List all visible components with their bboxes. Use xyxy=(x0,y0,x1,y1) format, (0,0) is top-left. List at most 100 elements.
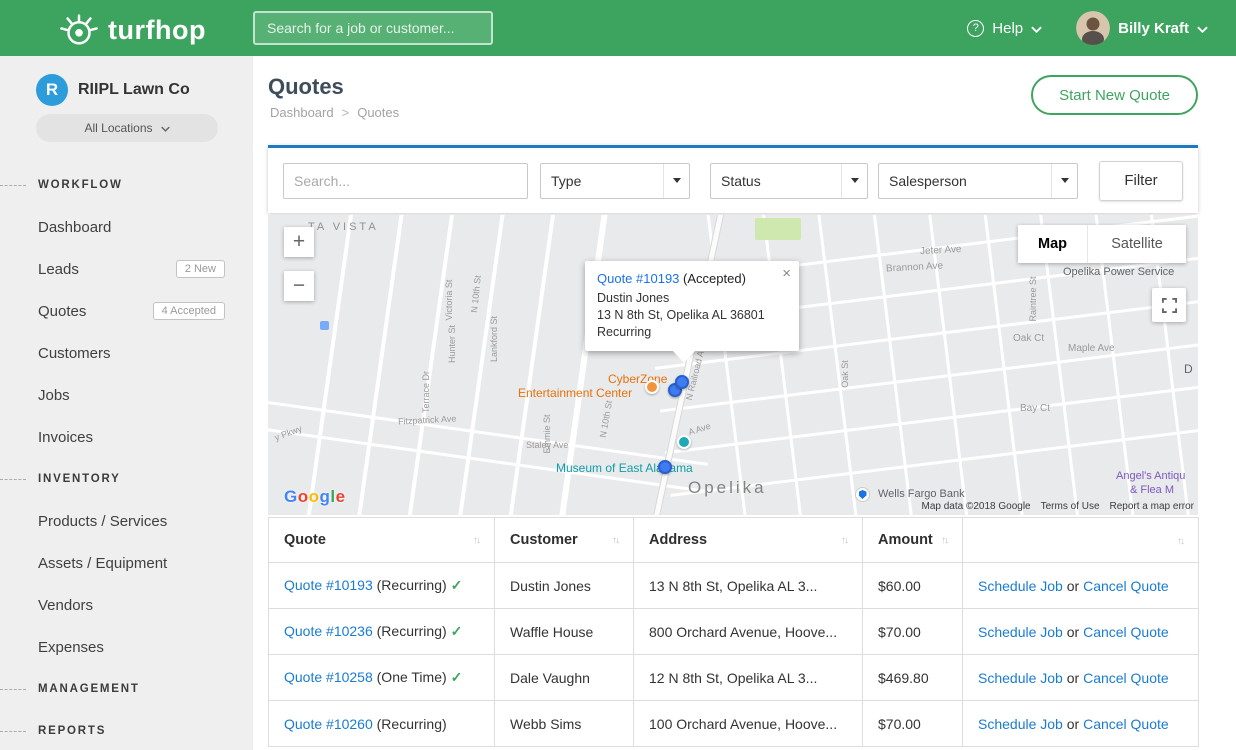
help-menu[interactable]: ? Help xyxy=(967,20,1042,37)
sidebar-section-inventory: INVENTORY xyxy=(0,458,253,500)
sidebar-item-jobs[interactable]: Jobs xyxy=(0,374,253,416)
zoom-in-button[interactable]: + xyxy=(284,227,314,257)
report-map-error-link[interactable]: Report a map error xyxy=(1110,501,1194,512)
customer-cell: Waffle House xyxy=(495,609,634,655)
quotes-map[interactable]: TA VISTA Jeter Ave Brannon Ave Opelika P… xyxy=(268,215,1198,515)
sidebar-item-invoices[interactable]: Invoices xyxy=(0,416,253,458)
zoom-out-button[interactable]: − xyxy=(284,271,314,301)
sidebar-section-workflow: WORKFLOW xyxy=(0,164,253,206)
cancel-quote-link[interactable]: Cancel Quote xyxy=(1083,716,1169,732)
map-infowindow: Quote #10193 (Accepted) Dustin Jones 13 … xyxy=(585,261,799,351)
sort-icon[interactable]: ↑↓ xyxy=(841,535,847,546)
schedule-job-link[interactable]: Schedule Job xyxy=(978,624,1063,640)
close-icon[interactable]: × xyxy=(782,265,791,282)
leads-badge: 2 New xyxy=(176,260,225,278)
quotes-search-input[interactable] xyxy=(283,163,528,199)
app: turfhop ? Help Billy Kraft R RIIPL Lawn … xyxy=(0,0,1236,750)
col-customer: Customer↑↓ xyxy=(495,518,634,563)
col-amount: Amount↑↓ xyxy=(863,518,963,563)
breadcrumb: Dashboard > Quotes xyxy=(270,105,399,120)
map-label: Staley Ave xyxy=(526,440,568,450)
sidebar-item-dashboard[interactable]: Dashboard xyxy=(0,206,253,248)
map-type-map-button[interactable]: Map xyxy=(1018,225,1088,263)
top-header: turfhop ? Help Billy Kraft xyxy=(0,0,1236,56)
global-search-input[interactable] xyxy=(253,11,493,45)
salesperson-select[interactable]: Salesperson xyxy=(878,163,1078,199)
quote-link[interactable]: Quote #10236 xyxy=(284,623,373,639)
sidebar-item-quotes[interactable]: Quotes4 Accepted xyxy=(0,290,253,332)
sort-icon[interactable]: ↑↓ xyxy=(1177,536,1183,547)
turfhop-logo-icon xyxy=(58,8,100,53)
fullscreen-button[interactable] xyxy=(1152,288,1186,322)
type-select[interactable]: Type xyxy=(540,163,690,199)
table-row: Quote #10258 (One Time)✓ Dale Vaughn 12 … xyxy=(269,655,1199,701)
terms-of-use-link[interactable]: Terms of Use xyxy=(1041,501,1100,512)
quote-marker[interactable] xyxy=(675,375,689,389)
map-label: Bay Ct xyxy=(1020,403,1050,414)
location-selector[interactable]: All Locations xyxy=(36,114,218,142)
chevron-down-icon xyxy=(1031,20,1042,37)
amount-cell: $70.00 xyxy=(863,609,963,655)
sidebar-item-leads[interactable]: Leads2 New xyxy=(0,248,253,290)
user-menu[interactable]: Billy Kraft xyxy=(1076,11,1208,45)
schedule-job-link[interactable]: Schedule Job xyxy=(978,578,1063,594)
map-label: TA VISTA xyxy=(308,221,379,233)
sidebar-item-assets-equipment[interactable]: Assets / Equipment xyxy=(0,542,253,584)
company-logo: R xyxy=(36,74,68,106)
select-arrow-icon xyxy=(663,164,689,198)
quote-link[interactable]: Quote #10258 xyxy=(284,669,373,685)
infowindow-quote-link[interactable]: Quote #10193 xyxy=(597,271,679,286)
filter-bar: Type Status Salesperson Filter xyxy=(268,145,1198,213)
infowindow-address: 13 N 8th St, Opelika AL 36801 xyxy=(597,307,785,324)
customer-cell: Dustin Jones xyxy=(495,563,634,609)
sort-icon[interactable]: ↑↓ xyxy=(473,535,479,546)
location-label: All Locations xyxy=(84,121,152,135)
breadcrumb-dashboard[interactable]: Dashboard xyxy=(270,105,334,120)
table-header-row: Quote↑↓ Customer↑↓ Address↑↓ Amount↑↓ ↑↓ xyxy=(269,518,1199,563)
brand[interactable]: turfhop xyxy=(58,8,206,53)
map-label: & Flea M xyxy=(1130,484,1174,496)
museum-poi-icon[interactable] xyxy=(677,435,691,449)
map-label: D xyxy=(1184,362,1193,376)
sort-icon[interactable]: ↑↓ xyxy=(612,535,618,546)
select-arrow-icon xyxy=(841,164,867,198)
amount-cell: $469.80 xyxy=(863,655,963,701)
quote-type: (Recurring) xyxy=(377,577,447,593)
filter-button[interactable]: Filter xyxy=(1099,161,1183,201)
company-name: RIIPL Lawn Co xyxy=(78,81,190,99)
sidebar-item-expenses[interactable]: Expenses xyxy=(0,626,253,668)
quote-link[interactable]: Quote #10260 xyxy=(284,716,373,732)
wells-fargo-poi-icon[interactable] xyxy=(855,487,870,502)
accepted-check-icon: ✓ xyxy=(451,669,463,685)
accepted-check-icon: ✓ xyxy=(451,577,463,593)
cancel-quote-link[interactable]: Cancel Quote xyxy=(1083,670,1169,686)
accepted-check-icon: ✓ xyxy=(451,623,463,639)
quote-type: (Recurring) xyxy=(377,623,447,639)
google-logo[interactable]: Google xyxy=(284,487,346,507)
infowindow-customer: Dustin Jones xyxy=(597,290,785,307)
quote-marker[interactable] xyxy=(658,460,672,474)
sidebar-item-products-services[interactable]: Products / Services xyxy=(0,500,253,542)
status-select[interactable]: Status xyxy=(710,163,868,199)
cyberzone-poi-icon[interactable] xyxy=(645,380,659,394)
select-arrow-icon xyxy=(1051,164,1077,198)
col-address: Address↑↓ xyxy=(634,518,863,563)
sidebar-item-customers[interactable]: Customers xyxy=(0,332,253,374)
cancel-quote-link[interactable]: Cancel Quote xyxy=(1083,624,1169,640)
map-label: Angel's Antiqu xyxy=(1116,470,1185,482)
schedule-job-link[interactable]: Schedule Job xyxy=(978,716,1063,732)
map-type-control: Map Satellite xyxy=(1018,225,1186,263)
cancel-quote-link[interactable]: Cancel Quote xyxy=(1083,578,1169,594)
map-label: Wells Fargo Bank xyxy=(878,488,965,500)
quotes-badge: 4 Accepted xyxy=(153,302,225,320)
map-label: Raintree St xyxy=(1028,269,1038,329)
sort-icon[interactable]: ↑↓ xyxy=(941,535,947,546)
schedule-job-link[interactable]: Schedule Job xyxy=(978,670,1063,686)
map-type-satellite-button[interactable]: Satellite xyxy=(1088,225,1186,263)
sidebar-item-vendors[interactable]: Vendors xyxy=(0,584,253,626)
start-new-quote-button[interactable]: Start New Quote xyxy=(1031,75,1198,115)
page-title: Quotes xyxy=(268,74,344,100)
map-label: Oak Ct xyxy=(1013,333,1044,344)
map-label: Opelika xyxy=(688,478,767,498)
quote-link[interactable]: Quote #10193 xyxy=(284,577,373,593)
